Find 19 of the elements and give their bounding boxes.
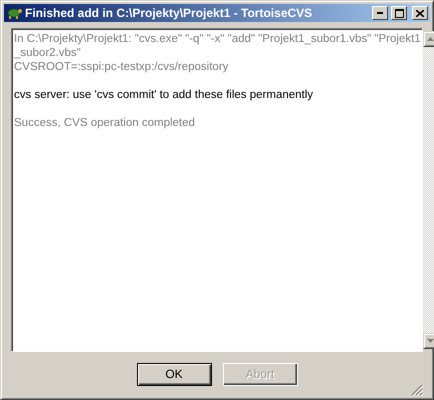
close-icon bbox=[416, 10, 424, 16]
log-line: Success, CVS operation completed bbox=[14, 116, 196, 130]
maximize-icon bbox=[394, 8, 404, 18]
log-line: CVSROOT=:sspi:pc-testxp:/cvs/repository bbox=[14, 60, 230, 74]
minimize-button[interactable] bbox=[372, 6, 388, 20]
log-line: _subor2.vbs" bbox=[14, 46, 82, 60]
log-line: In C:\Projekty\Projekt1: "cvs.exe" "-q" "-x" "add" "Projekt1_subor1.vbs" "Projekt1 bbox=[14, 32, 421, 46]
scroll-up-button[interactable] bbox=[422, 31, 434, 47]
window-title: Finished add in C:\Projekty\Projekt1 - TortoiseCVS bbox=[25, 6, 314, 20]
minimize-icon bbox=[377, 12, 383, 14]
tortoise-icon bbox=[6, 6, 22, 20]
down-arrow-icon bbox=[427, 339, 434, 343]
scroll-down-button[interactable] bbox=[422, 333, 434, 349]
resize-grip-icon bbox=[411, 384, 423, 396]
log-line: cvs server: use 'cvs commit' to add these files permanently bbox=[14, 88, 314, 102]
up-arrow-icon bbox=[427, 37, 434, 41]
close-button[interactable] bbox=[412, 6, 428, 20]
maximize-button[interactable] bbox=[391, 6, 407, 20]
dialog-button[interactable]: OK bbox=[136, 362, 212, 386]
